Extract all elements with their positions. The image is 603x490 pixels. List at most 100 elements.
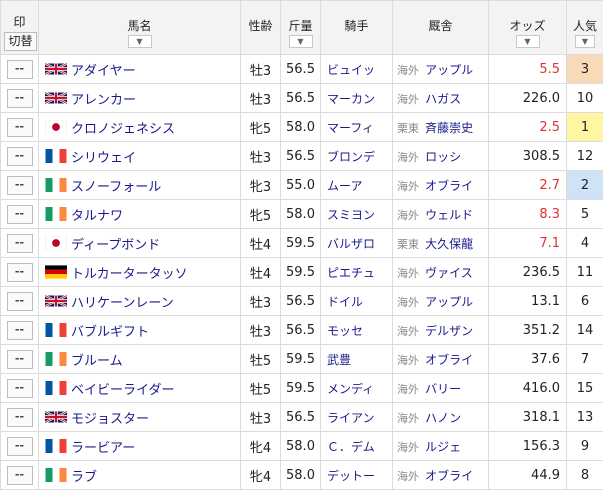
horse-name-link[interactable]: ブルーム bbox=[71, 354, 123, 369]
trainer-link[interactable]: ハノン bbox=[423, 411, 461, 425]
stable-cell: 海外 ヴァイス bbox=[393, 258, 489, 287]
jockey-link[interactable]: スミヨン bbox=[321, 200, 393, 229]
jockey-link[interactable]: ピエチュ bbox=[321, 258, 393, 287]
horse-name-link[interactable]: ラービアー bbox=[71, 441, 135, 456]
horse-name-link[interactable]: アダイヤー bbox=[71, 64, 136, 79]
table-row: -- ラブ 牝4 58.0 デットー 海外 オブライ 44.9 8 bbox=[1, 461, 603, 490]
mark-select-button[interactable]: -- bbox=[7, 89, 33, 108]
trainer-link[interactable]: オブライ bbox=[423, 469, 473, 483]
horse-name-link[interactable]: ハリケーンレーン bbox=[71, 296, 174, 311]
jockey-link[interactable]: ドイル bbox=[321, 287, 393, 316]
mark-cell: -- bbox=[1, 461, 39, 490]
horse-name-link[interactable]: ラブ bbox=[71, 470, 97, 485]
stable-region: 海外 bbox=[393, 267, 419, 280]
trainer-link[interactable]: ルジェ bbox=[423, 440, 461, 454]
jockey-link[interactable]: メンディ bbox=[321, 374, 393, 403]
sex-age-cell: 牡3 bbox=[241, 142, 281, 171]
odds-header[interactable]: オッズ ▼ bbox=[489, 1, 567, 55]
mark-cell: -- bbox=[1, 142, 39, 171]
weight-cell: 58.0 bbox=[281, 461, 321, 490]
trainer-link[interactable]: アップル bbox=[423, 63, 473, 77]
horse-name-link[interactable]: スノーフォール bbox=[71, 180, 161, 195]
mark-select-button[interactable]: -- bbox=[7, 147, 33, 166]
stable-region: 海外 bbox=[393, 354, 419, 367]
horse-name-header[interactable]: 馬名 ▼ bbox=[39, 1, 241, 55]
mark-select-button[interactable]: -- bbox=[7, 205, 33, 224]
horse-name-link[interactable]: アレンカー bbox=[71, 93, 136, 108]
trainer-link[interactable]: オブライ bbox=[423, 353, 473, 367]
sex-age-cell: 牝5 bbox=[241, 113, 281, 142]
mark-select-button[interactable]: -- bbox=[7, 321, 33, 340]
horse-name-link[interactable]: バブルギフト bbox=[71, 325, 149, 340]
trainer-link[interactable]: 斉藤崇史 bbox=[423, 121, 473, 135]
mark-select-button[interactable]: -- bbox=[7, 437, 33, 456]
jockey-header: 騎手 bbox=[321, 1, 393, 55]
popularity-cell: 3 bbox=[567, 55, 603, 84]
mark-select-button[interactable]: -- bbox=[7, 60, 33, 79]
mark-cell: -- bbox=[1, 84, 39, 113]
horse-name-link[interactable]: モジョスター bbox=[71, 412, 149, 427]
trainer-link[interactable]: ヴァイス bbox=[423, 266, 473, 280]
horse-name-link[interactable]: ベイビーライダー bbox=[71, 383, 174, 398]
odds-cell: 416.0 bbox=[489, 374, 567, 403]
horse-name-cell: ブルーム bbox=[39, 345, 241, 374]
jockey-link[interactable]: デットー bbox=[321, 461, 393, 490]
mark-select-button[interactable]: -- bbox=[7, 234, 33, 253]
trainer-link[interactable]: 大久保龍 bbox=[423, 237, 473, 251]
jockey-link[interactable]: ライアン bbox=[321, 403, 393, 432]
trainer-link[interactable]: ハガス bbox=[423, 92, 461, 106]
jockey-link[interactable]: Ｃ．デム bbox=[321, 432, 393, 461]
horse-name-link[interactable]: トルカータータッソ bbox=[71, 267, 188, 282]
jockey-link[interactable]: マーカン bbox=[321, 84, 393, 113]
jockey-link[interactable]: 武豊 bbox=[321, 345, 393, 374]
mark-select-button[interactable]: -- bbox=[7, 118, 33, 137]
jockey-link[interactable]: ムーア bbox=[321, 171, 393, 200]
chevron-down-icon[interactable]: ▼ bbox=[516, 35, 540, 48]
chevron-down-icon[interactable]: ▼ bbox=[289, 35, 313, 48]
mark-select-button[interactable]: -- bbox=[7, 466, 33, 485]
france-flag-icon bbox=[45, 381, 67, 395]
mark-select-button[interactable]: -- bbox=[7, 379, 33, 398]
jockey-link[interactable]: バルザロ bbox=[321, 229, 393, 258]
horse-name-link[interactable]: シリウェイ bbox=[71, 151, 136, 166]
japan-flag-icon bbox=[45, 236, 67, 250]
uk-flag-icon bbox=[45, 294, 67, 308]
odds-cell: 44.9 bbox=[489, 461, 567, 490]
trainer-link[interactable]: ウェルド bbox=[423, 208, 473, 222]
weight-cell: 56.5 bbox=[281, 316, 321, 345]
mark-select-button[interactable]: -- bbox=[7, 292, 33, 311]
table-row: -- スノーフォール 牝3 55.0 ムーア 海外 オブライ 2.7 2 bbox=[1, 171, 603, 200]
chevron-down-icon[interactable]: ▼ bbox=[128, 35, 152, 48]
weight-header[interactable]: 斤量 ▼ bbox=[281, 1, 321, 55]
sex-age-cell: 牝4 bbox=[241, 461, 281, 490]
odds-cell: 236.5 bbox=[489, 258, 567, 287]
uk-flag-icon bbox=[45, 62, 67, 76]
trainer-link[interactable]: オブライ bbox=[423, 179, 473, 193]
trainer-link[interactable]: デルザン bbox=[423, 324, 473, 338]
odds-cell: 7.1 bbox=[489, 229, 567, 258]
horse-name-link[interactable]: ディープボンド bbox=[71, 238, 160, 253]
mark-select-button[interactable]: -- bbox=[7, 176, 33, 195]
popularity-header[interactable]: 人気 ▼ bbox=[567, 1, 603, 55]
jockey-link[interactable]: モッセ bbox=[321, 316, 393, 345]
popularity-cell: 7 bbox=[567, 345, 603, 374]
stable-cell: 海外 オブライ bbox=[393, 345, 489, 374]
trainer-link[interactable]: バリー bbox=[423, 382, 461, 396]
mark-select-button[interactable]: -- bbox=[7, 350, 33, 369]
jockey-link[interactable]: ビュイッ bbox=[321, 55, 393, 84]
horse-name-link[interactable]: タルナワ bbox=[71, 209, 123, 224]
trainer-link[interactable]: アップル bbox=[423, 295, 473, 309]
weight-cell: 59.5 bbox=[281, 258, 321, 287]
weight-cell: 56.5 bbox=[281, 287, 321, 316]
stable-cell: 海外 ルジェ bbox=[393, 432, 489, 461]
popularity-cell: 10 bbox=[567, 84, 603, 113]
toggle-button[interactable]: 切替 bbox=[4, 32, 37, 51]
horse-name-link[interactable]: クロノジェネシス bbox=[71, 122, 175, 137]
jockey-link[interactable]: ブロンデ bbox=[321, 142, 393, 171]
mark-select-button[interactable]: -- bbox=[7, 263, 33, 282]
chevron-down-icon[interactable]: ▼ bbox=[575, 35, 595, 48]
jockey-link[interactable]: マーフィ bbox=[321, 113, 393, 142]
horse-name-cell: ラービアー bbox=[39, 432, 241, 461]
trainer-link[interactable]: ロッシ bbox=[423, 150, 461, 164]
mark-select-button[interactable]: -- bbox=[7, 408, 33, 427]
